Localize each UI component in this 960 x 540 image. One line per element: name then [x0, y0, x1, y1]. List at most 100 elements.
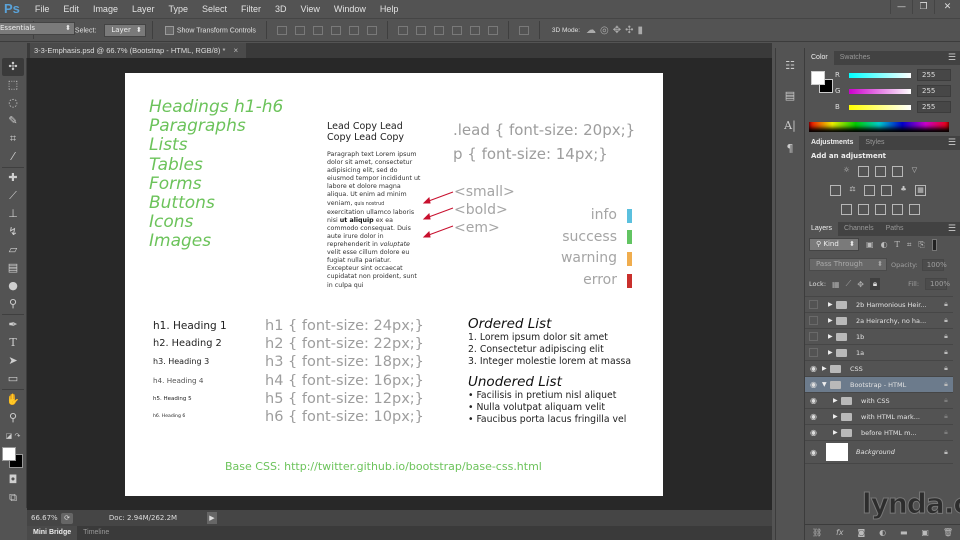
dodge-tool-icon[interactable]: ⚲ — [2, 295, 24, 313]
eyedropper-tool-icon[interactable]: ⁄ — [2, 148, 24, 166]
align-bottom-icon[interactable] — [312, 25, 323, 35]
type-tool-icon[interactable]: T — [2, 334, 24, 352]
document-tab[interactable]: 3-3-Emphasis.psd @ 66.7% (Bootstrap - HT… — [30, 43, 247, 58]
eye-icon[interactable]: ◉ — [805, 428, 822, 437]
quick-selection-tool-icon[interactable]: ✎ — [2, 112, 24, 130]
tab-timeline[interactable]: Timeline — [77, 526, 115, 540]
layer-row-selected[interactable]: ◉ ▼ Bootstrap - HTML 🔒︎ — [805, 376, 953, 392]
posterize-icon[interactable] — [858, 204, 869, 215]
gradient-map-icon[interactable] — [909, 204, 920, 215]
panel-menu-icon[interactable]: ☰ — [948, 136, 956, 150]
blue-slider[interactable] — [849, 104, 911, 110]
lock-image-icon[interactable]: ⟋ — [846, 279, 852, 289]
tab-color[interactable]: Color — [805, 51, 834, 65]
menu-view[interactable]: View — [294, 4, 327, 14]
menu-layer[interactable]: Layer — [125, 4, 162, 14]
align-hcenter-icon[interactable] — [348, 25, 359, 35]
channel-mixer-icon[interactable]: ♣ — [898, 185, 909, 196]
visibility-toggle[interactable] — [809, 348, 818, 357]
filter-type-icon[interactable]: T — [895, 240, 900, 249]
layer-row[interactable]: ▶ 2a Heirarchy, no ha... 🔒︎ — [805, 312, 953, 328]
visibility-toggle[interactable] — [809, 332, 818, 341]
collapse-triangle-icon[interactable]: ▼ — [822, 381, 830, 388]
auto-select-target-dropdown[interactable]: Layer — [104, 23, 146, 37]
menu-image[interactable]: Image — [86, 4, 125, 14]
layer-row[interactable]: ▶ 1b 🔒︎ — [805, 328, 953, 344]
add-mask-icon[interactable]: ◙ — [857, 528, 865, 537]
status-menu-arrow-icon[interactable]: ▶ — [207, 512, 217, 524]
workspace-dropdown[interactable]: Essentials — [0, 22, 75, 35]
properties-panel-icon[interactable]: ▤ — [780, 86, 800, 106]
vibrance-icon[interactable]: ▽ — [909, 166, 920, 177]
opacity-input[interactable]: 100% — [921, 258, 947, 271]
eye-icon[interactable]: ◉ — [805, 380, 822, 389]
zoom-level[interactable]: 66.67% — [27, 514, 61, 522]
distribute-top-icon[interactable] — [397, 25, 408, 35]
distribute-left-icon[interactable] — [451, 25, 462, 35]
screen-mode-icon[interactable]: ⧉ — [2, 489, 24, 507]
threshold-icon[interactable] — [875, 204, 886, 215]
show-transform-checkbox[interactable]: Show Transform Controls — [164, 25, 256, 35]
brightness-contrast-icon[interactable]: ☼ — [841, 166, 852, 177]
blend-mode-dropdown[interactable]: Pass Through — [809, 258, 887, 271]
color-balance-icon[interactable]: ⚖ — [847, 185, 858, 196]
swap-colors-icon[interactable]: ◪ ↷ — [2, 427, 24, 445]
expand-triangle-icon[interactable]: ▶ — [828, 349, 836, 356]
eraser-tool-icon[interactable]: ▱ — [2, 241, 24, 259]
quick-mask-icon[interactable]: ◘ — [2, 471, 24, 489]
expand-triangle-icon[interactable]: ▶ — [833, 397, 841, 404]
new-adjustment-layer-icon[interactable]: ◐ — [879, 528, 886, 537]
expand-triangle-icon[interactable]: ▶ — [828, 317, 836, 324]
layer-row[interactable]: ◉ ▶ before HTML m... 🔒︎ — [805, 424, 953, 440]
expand-triangle-icon[interactable]: ▶ — [828, 301, 836, 308]
3d-orbit-roll-pan-slide-scale-icons[interactable]: ☁◎✥✣▮ — [586, 25, 647, 36]
brush-tool-icon[interactable]: ⟋ — [2, 187, 24, 205]
align-top-icon[interactable] — [276, 25, 287, 35]
new-group-icon[interactable]: ▬ — [900, 528, 908, 537]
color-lookup-icon[interactable]: ▦ — [915, 185, 926, 196]
history-brush-tool-icon[interactable]: ↯ — [2, 223, 24, 241]
menu-window[interactable]: Window — [327, 4, 373, 14]
menu-type[interactable]: Type — [161, 4, 195, 14]
expand-triangle-icon[interactable]: ▶ — [833, 413, 841, 420]
delete-layer-icon[interactable]: 🗑︎ — [943, 528, 953, 537]
green-value-input[interactable]: 255 — [917, 85, 951, 97]
distribute-bottom-icon[interactable] — [433, 25, 444, 35]
tab-channels[interactable]: Channels — [838, 222, 880, 236]
layer-filter-kind-dropdown[interactable]: ⚲ Kind — [809, 238, 859, 251]
tab-mini-bridge[interactable]: Mini Bridge — [27, 526, 78, 540]
spot-healing-tool-icon[interactable]: ✚ — [2, 169, 24, 187]
eye-icon[interactable]: ◉ — [805, 364, 822, 373]
panel-menu-icon[interactable]: ☰ — [948, 222, 956, 236]
filter-adjustment-icon[interactable]: ◐ — [881, 240, 888, 249]
eye-icon[interactable]: ◉ — [805, 396, 822, 405]
filter-shape-icon[interactable]: ⌗ — [907, 240, 912, 250]
gradient-tool-icon[interactable]: ▤ — [2, 259, 24, 277]
rectangle-tool-icon[interactable]: ▭ — [2, 370, 24, 388]
lock-position-icon[interactable]: ✥ — [857, 280, 864, 289]
menu-edit[interactable]: Edit — [56, 4, 86, 14]
character-panel-icon[interactable]: A| — [780, 116, 800, 136]
layer-row[interactable]: ▶ 1a 🔒︎ — [805, 344, 953, 360]
crop-tool-icon[interactable]: ⌗ — [2, 130, 24, 148]
layer-row[interactable]: ▶ 2b Harmonious Heir... 🔒︎ — [805, 296, 953, 312]
tab-layers[interactable]: Layers — [805, 222, 839, 236]
menu-file[interactable]: File — [28, 4, 57, 14]
exposure-icon[interactable] — [892, 166, 903, 177]
hue-saturation-icon[interactable] — [830, 185, 841, 196]
tab-adjustments[interactable]: Adjustments — [805, 136, 860, 150]
eye-icon[interactable]: ◉ — [805, 412, 822, 421]
new-layer-icon[interactable]: ▣ — [921, 528, 929, 537]
curves-icon[interactable] — [875, 166, 886, 177]
foreground-color-swatch[interactable] — [2, 447, 16, 461]
zoom-tool-icon[interactable]: ⚲ — [2, 409, 24, 427]
eye-icon[interactable]: ◉ — [805, 448, 822, 457]
blur-tool-icon[interactable]: ● — [2, 277, 24, 295]
green-slider[interactable] — [849, 88, 911, 94]
distribute-hcenter-icon[interactable] — [469, 25, 480, 35]
menu-filter[interactable]: Filter — [234, 4, 268, 14]
invert-icon[interactable] — [841, 204, 852, 215]
red-value-input[interactable]: 255 — [917, 69, 951, 81]
align-vcenter-icon[interactable] — [294, 25, 305, 35]
pen-tool-icon[interactable]: ✒ — [2, 316, 24, 334]
